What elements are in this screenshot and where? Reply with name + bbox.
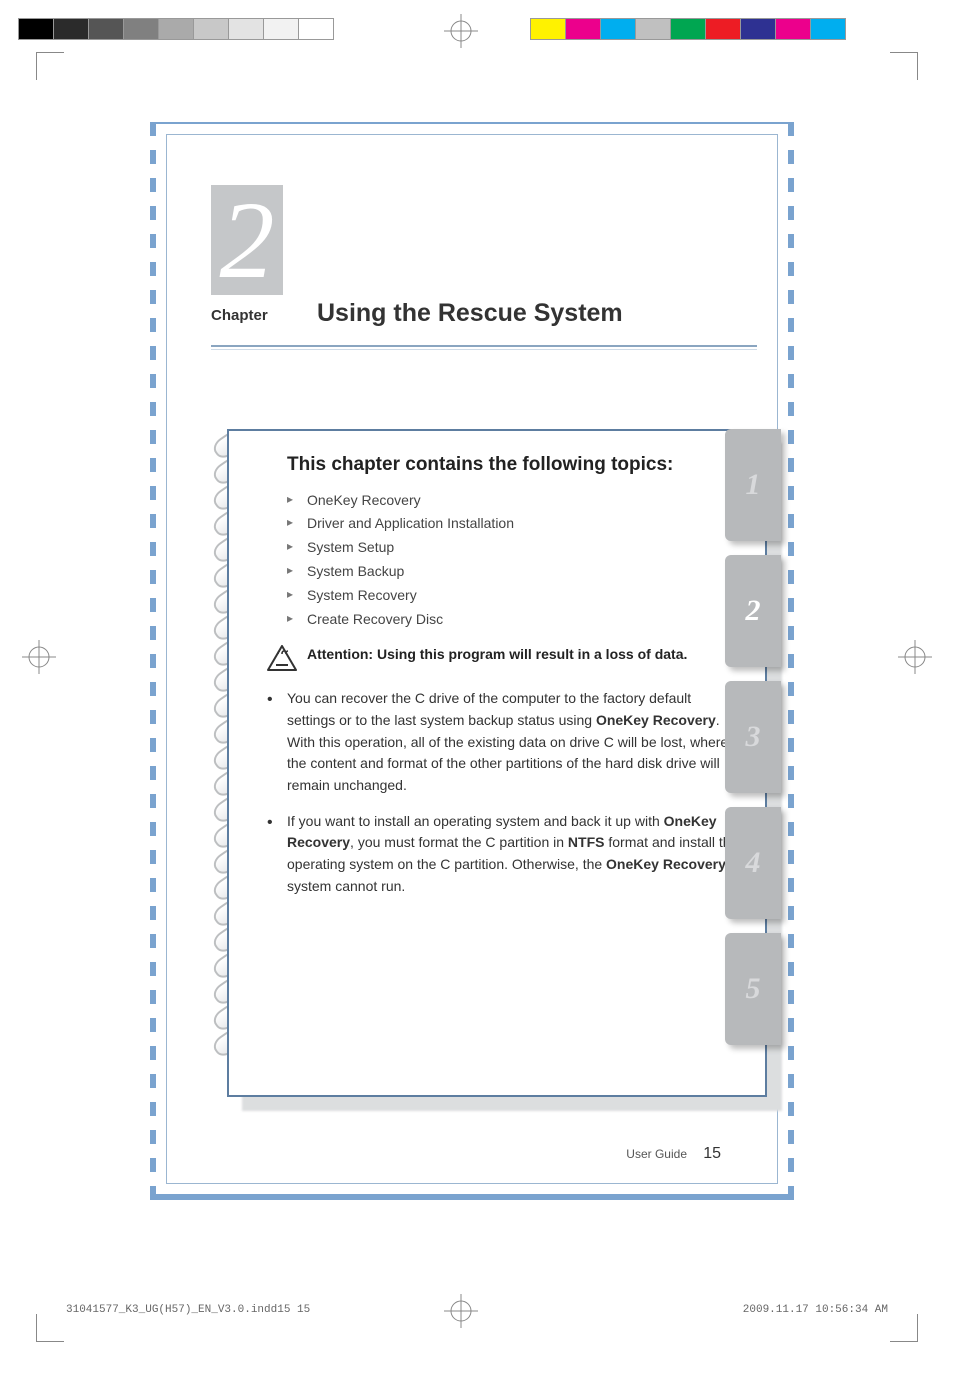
print-slug: 31041577_K3_UG(H57)_EN_V3.0.indd15 15 20… (66, 1304, 888, 1316)
color-swatch (88, 18, 124, 40)
registration-mark-icon (898, 640, 932, 674)
crop-mark (36, 1314, 64, 1342)
footer-label: User Guide (626, 1147, 687, 1161)
color-swatch (53, 18, 89, 40)
slug-timestamp: 2009.11.17 10:56:34 AM (743, 1304, 888, 1316)
color-swatch (565, 18, 601, 40)
color-swatch (123, 18, 159, 40)
crop-mark (36, 52, 64, 80)
topics-item: OneKey Recovery (287, 489, 743, 513)
color-swatch (670, 18, 706, 40)
attention-text: Attention: Using this program will resul… (307, 646, 687, 662)
section-tab-3[interactable]: 3 (725, 681, 781, 793)
color-swatch (635, 18, 671, 40)
crop-mark (890, 52, 918, 80)
slug-file: 31041577_K3_UG(H57)_EN_V3.0.indd15 15 (66, 1304, 310, 1316)
section-tabs: 1 2 3 4 5 (725, 429, 781, 1059)
section-tab-1[interactable]: 1 (725, 429, 781, 541)
color-swatch (228, 18, 264, 40)
chapter-title: Using the Rescue System (317, 299, 623, 328)
topics-list: OneKey RecoveryDriver and Application In… (251, 489, 743, 632)
color-swatch (600, 18, 636, 40)
crop-mark (890, 1314, 918, 1342)
topics-item: Driver and Application Installation (287, 512, 743, 536)
chapter-label: Chapter (211, 307, 268, 324)
page-frame: 2 Chapter Using the Rescue System This c… (150, 118, 794, 1200)
color-swatch (298, 18, 334, 40)
topics-item: Create Recovery Disc (287, 608, 743, 632)
color-swatch (740, 18, 776, 40)
topics-item: System Backup (287, 560, 743, 584)
topics-card: This chapter contains the following topi… (227, 429, 767, 1097)
section-tab-5[interactable]: 5 (725, 933, 781, 1045)
color-swatch (775, 18, 811, 40)
color-swatch (158, 18, 194, 40)
warning-icon (267, 645, 297, 676)
color-swatch (705, 18, 741, 40)
notes-list: You can recover the C drive of the compu… (251, 688, 743, 897)
section-tab-2[interactable]: 2 (725, 555, 781, 667)
section-tab-4[interactable]: 4 (725, 807, 781, 919)
divider (211, 349, 757, 350)
topics-item: System Recovery (287, 584, 743, 608)
chapter-number: 2 (220, 185, 275, 295)
notes-item: You can recover the C drive of the compu… (251, 688, 743, 796)
color-swatch (810, 18, 846, 40)
color-swatch (18, 18, 54, 40)
attention-note: Attention: Using this program will resul… (267, 645, 743, 676)
chapter-number-box: 2 (211, 185, 283, 295)
notes-item: If you want to install an operating syst… (251, 811, 743, 898)
color-swatch (193, 18, 229, 40)
registration-mark-icon (444, 14, 478, 48)
registration-mark-icon (22, 640, 56, 674)
topics-item: System Setup (287, 536, 743, 560)
color-swatch (263, 18, 299, 40)
color-swatch (530, 18, 566, 40)
divider (211, 345, 757, 347)
footer-page-number: 15 (703, 1145, 721, 1163)
topics-heading: This chapter contains the following topi… (251, 451, 743, 479)
